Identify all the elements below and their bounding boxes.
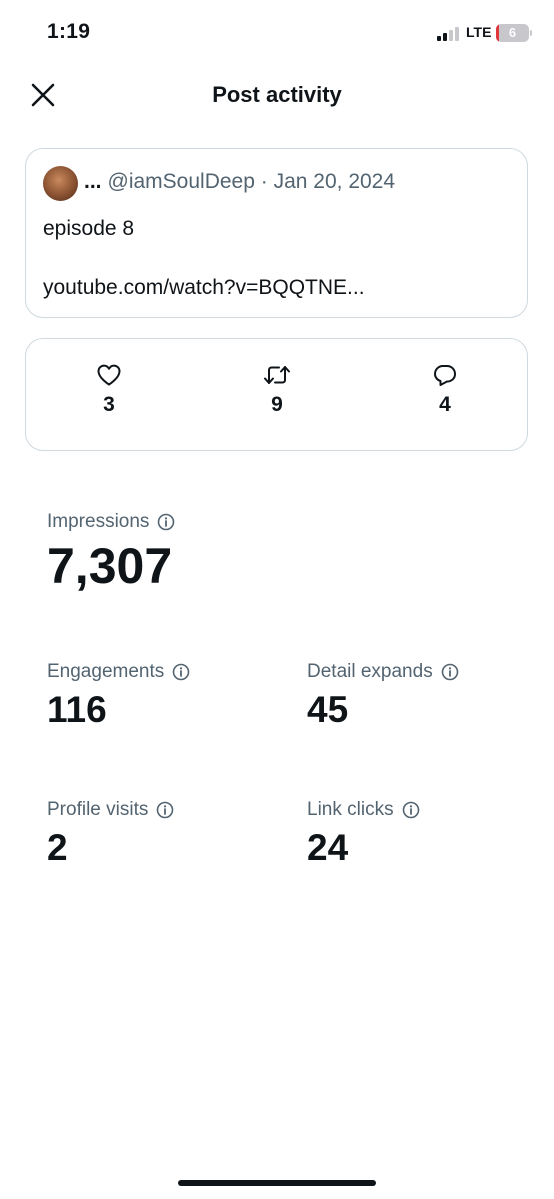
meta-separator: · bbox=[260, 170, 268, 193]
metric-label: Profile visits bbox=[47, 799, 149, 820]
likes-stat[interactable]: 3 bbox=[74, 363, 144, 417]
author-name-truncated: ... bbox=[84, 170, 102, 193]
metric-profile-visits: Profile visits 2 bbox=[47, 799, 174, 866]
metric-value: 7,307 bbox=[47, 538, 173, 594]
author-handle[interactable]: @iamSoulDeep bbox=[108, 170, 255, 193]
post-link[interactable]: youtube.com/watch?v=BQQTNE... bbox=[43, 276, 365, 300]
metric-value: 116 bbox=[47, 689, 107, 730]
reply-icon bbox=[434, 365, 456, 386]
likes-count: 3 bbox=[103, 393, 115, 416]
reposts-count: 9 bbox=[271, 393, 283, 416]
cellular-signal-icon bbox=[437, 27, 461, 41]
post-meta: ... @iamSoulDeep · Jan 20, 2024 bbox=[84, 170, 395, 194]
metric-label: Engagements bbox=[47, 661, 165, 682]
metric-link-clicks: Link clicks 24 bbox=[307, 799, 420, 866]
repost-icon bbox=[264, 366, 290, 384]
metric-value: 2 bbox=[47, 827, 68, 868]
battery-level: 6 bbox=[508, 25, 517, 40]
reposts-stat[interactable]: 9 bbox=[242, 363, 312, 417]
battery-icon: 6 bbox=[496, 24, 529, 42]
metric-label: Impressions bbox=[47, 511, 150, 532]
battery-terminal bbox=[530, 30, 532, 36]
avatar[interactable] bbox=[43, 166, 78, 201]
status-bar: 1:19 LTE 6 bbox=[0, 0, 554, 68]
replies-stat[interactable]: 4 bbox=[410, 363, 480, 417]
info-icon[interactable] bbox=[172, 663, 190, 681]
heart-icon bbox=[97, 364, 121, 386]
post-preview-card[interactable]: ... @iamSoulDeep · Jan 20, 2024 episode 8… bbox=[25, 148, 528, 318]
engagement-card: 3 9 4 bbox=[25, 338, 528, 451]
metric-value: 45 bbox=[307, 689, 349, 730]
post-text: episode 8 bbox=[43, 217, 135, 240]
status-time: 1:19 bbox=[47, 20, 91, 43]
metric-impressions: Impressions 7,307 bbox=[47, 511, 175, 591]
metric-label: Link clicks bbox=[307, 799, 394, 820]
metric-engagements: Engagements 116 bbox=[47, 661, 190, 728]
info-icon[interactable] bbox=[402, 801, 420, 819]
page-title: Post activity bbox=[212, 82, 342, 107]
metric-detail-expands: Detail expands 45 bbox=[307, 661, 459, 728]
replies-count: 4 bbox=[439, 393, 451, 416]
info-icon[interactable] bbox=[157, 513, 175, 531]
network-type: LTE bbox=[466, 24, 492, 40]
info-icon[interactable] bbox=[156, 801, 174, 819]
home-indicator[interactable] bbox=[178, 1180, 376, 1186]
metric-value: 24 bbox=[307, 827, 349, 868]
metric-label: Detail expands bbox=[307, 661, 433, 682]
post-date: Jan 20, 2024 bbox=[273, 170, 396, 193]
info-icon[interactable] bbox=[441, 663, 459, 681]
page-header: Post activity bbox=[0, 68, 554, 120]
